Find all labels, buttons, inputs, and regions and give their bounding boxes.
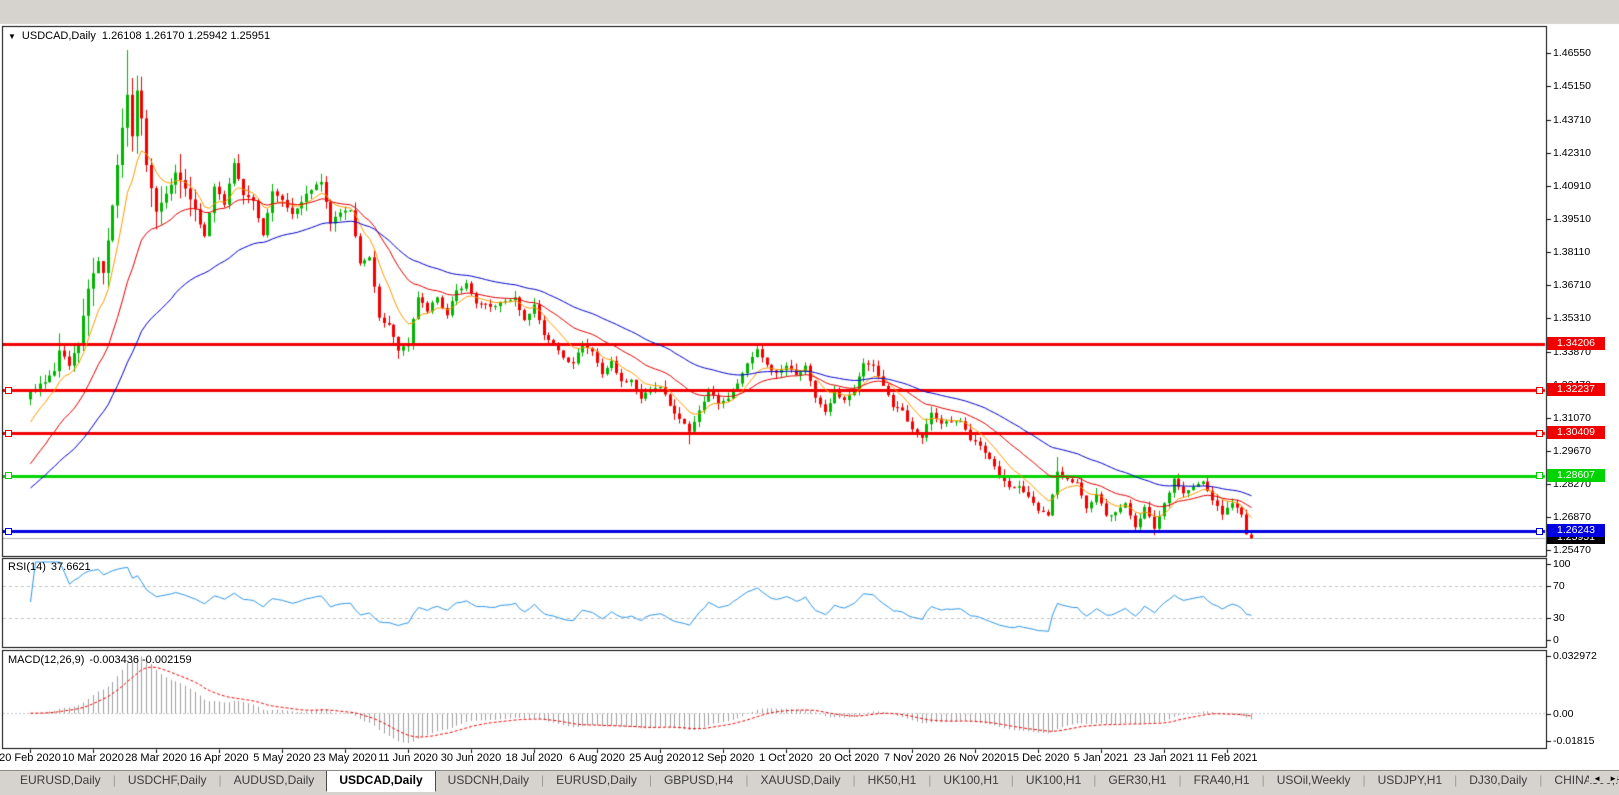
rsi-indicator-name: RSI(14) xyxy=(8,561,46,573)
tab-usdcad-daily[interactable]: USDCAD,Daily xyxy=(326,770,435,792)
tab-uk100-h1[interactable]: UK100,H1 xyxy=(1014,771,1093,789)
tab-usoil-weekly[interactable]: USOil,Weekly xyxy=(1265,771,1363,789)
chart-symbol-title: USDCAD,Daily xyxy=(22,30,96,42)
hline-handle-left[interactable] xyxy=(5,387,12,394)
date-axis-label: 25 Aug 2020 xyxy=(629,752,691,764)
tab-eurusd-daily[interactable]: EURUSD,Daily xyxy=(544,771,649,789)
date-axis-label: 5 Jan 2021 xyxy=(1074,752,1128,764)
hline-handle-right[interactable] xyxy=(1536,430,1543,437)
rsi-axis-tick: 30 xyxy=(1553,612,1565,624)
tab-scroll-right-icon[interactable]: ► xyxy=(1609,774,1617,783)
hline-price-label: 1.34206 xyxy=(1547,337,1605,350)
chart-canvas[interactable] xyxy=(0,0,1619,795)
date-axis-label: 28 Mar 2020 xyxy=(125,752,187,764)
date-axis-label: 5 May 2020 xyxy=(253,752,310,764)
date-axis-label: 11 Feb 2021 xyxy=(1197,752,1258,764)
macd-indicator-name: MACD(12,26,9) xyxy=(8,654,84,666)
chart-header: ▼ USDCAD,Daily 1.26108 1.26170 1.25942 1… xyxy=(8,30,270,42)
date-axis-label: 23 Jan 2021 xyxy=(1134,752,1195,764)
hline-handle-left[interactable] xyxy=(5,472,12,479)
date-axis-label: 20 Oct 2020 xyxy=(819,752,879,764)
date-axis-label: 18 Jul 2020 xyxy=(506,752,563,764)
hline-price-label: 1.30409 xyxy=(1547,426,1605,439)
price-axis-tick: 1.36710 xyxy=(1553,279,1591,291)
tab-usdchf-daily[interactable]: USDCHF,Daily xyxy=(116,771,219,789)
price-axis-tick: 1.26870 xyxy=(1553,511,1591,523)
trading-terminal: ▼ M1M5M15M30H1H4D1W1MN ▼ USDCAD,Daily 1.… xyxy=(0,0,1619,795)
tab-scroll-arrows: ◄ ► xyxy=(1589,774,1617,783)
hline-price-label: 1.26243 xyxy=(1547,524,1605,537)
date-axis-label: 10 Mar 2020 xyxy=(62,752,124,764)
hline-handle-left[interactable] xyxy=(5,528,12,535)
date-axis-label: 20 Feb 2020 xyxy=(0,752,61,764)
price-axis-tick: 1.29670 xyxy=(1553,445,1591,457)
tab-fra40-h1[interactable]: FRA40,H1 xyxy=(1182,771,1262,789)
date-axis-label: 11 Jun 2020 xyxy=(378,752,438,764)
tab-eurusd-daily[interactable]: EURUSD,Daily xyxy=(8,771,113,789)
collapse-chart-icon[interactable]: ▼ xyxy=(8,32,16,41)
date-axis-label: 7 Nov 2020 xyxy=(884,752,940,764)
tab-audusd-daily[interactable]: AUDUSD,Daily xyxy=(222,771,327,789)
rsi-pane-label: RSI(14) 37.6621 xyxy=(8,561,91,573)
price-axis-tick: 1.40910 xyxy=(1553,180,1591,192)
price-axis-tick: 1.31070 xyxy=(1553,412,1591,424)
macd-axis-tick: -0.01815 xyxy=(1553,735,1594,747)
date-axis-label: 6 Aug 2020 xyxy=(569,752,625,764)
hline-handle-right[interactable] xyxy=(1536,528,1543,535)
date-axis-label: 12 Sep 2020 xyxy=(692,752,754,764)
tab-scroll-left-icon[interactable]: ◄ xyxy=(1593,774,1601,783)
date-axis-label: 26 Nov 2020 xyxy=(944,752,1006,764)
price-axis-tick: 1.45150 xyxy=(1553,80,1591,92)
hline-handle-right[interactable] xyxy=(1536,472,1543,479)
tab-ger30-h1[interactable]: GER30,H1 xyxy=(1096,771,1178,789)
tab-uk100-h1[interactable]: UK100,H1 xyxy=(931,771,1010,789)
price-axis-tick: 1.42310 xyxy=(1553,147,1591,159)
macd-pane-label: MACD(12,26,9) -0.003436 -0.002159 xyxy=(8,654,192,666)
tab-gbpusd-h4[interactable]: GBPUSD,H4 xyxy=(652,771,745,789)
date-axis-label: 30 Jun 2020 xyxy=(441,752,502,764)
hline-price-label: 1.28607 xyxy=(1547,469,1605,482)
date-axis-label: 15 Dec 2020 xyxy=(1007,752,1069,764)
price-axis-tick: 1.25470 xyxy=(1553,544,1591,556)
date-axis-label: 23 May 2020 xyxy=(313,752,377,764)
tab-dj30-daily[interactable]: DJ30,Daily xyxy=(1457,771,1539,789)
tab-usdcnh-daily[interactable]: USDCNH,Daily xyxy=(436,771,541,789)
price-axis-tick: 1.38110 xyxy=(1553,246,1590,258)
rsi-axis-tick: 0 xyxy=(1553,634,1559,646)
rsi-axis-tick: 100 xyxy=(1553,558,1571,570)
price-axis-tick: 1.39510 xyxy=(1553,213,1591,225)
hline-handle-right[interactable] xyxy=(1536,387,1543,394)
date-axis-label: 16 Apr 2020 xyxy=(189,752,248,764)
date-axis-label: 1 Oct 2020 xyxy=(759,752,813,764)
hline-handle-left[interactable] xyxy=(5,430,12,437)
tab-xauusd-daily[interactable]: XAUUSD,Daily xyxy=(748,771,852,789)
macd-axis-tick: 0.032972 xyxy=(1553,650,1597,662)
price-axis-tick: 1.35310 xyxy=(1553,312,1591,324)
macd-indicator-values: -0.003436 -0.002159 xyxy=(89,654,191,666)
macd-axis-tick: 0.00 xyxy=(1553,708,1573,720)
tab-usdjpy-h1[interactable]: USDJPY,H1 xyxy=(1366,771,1454,789)
tab-hk50-h1[interactable]: HK50,H1 xyxy=(856,771,929,789)
hline-price-label: 1.32237 xyxy=(1547,383,1605,396)
price-axis-tick: 1.43710 xyxy=(1553,114,1591,126)
price-axis-tick: 1.46550 xyxy=(1553,47,1591,59)
symbol-tab-bar: EURUSD,Daily|USDCHF,Daily|AUDUSD,DailyUS… xyxy=(0,770,1619,795)
rsi-indicator-value: 37.6621 xyxy=(51,561,91,573)
rsi-axis-tick: 70 xyxy=(1553,580,1565,592)
chart-ohlc-quote: 1.26108 1.26170 1.25942 1.25951 xyxy=(102,30,270,42)
